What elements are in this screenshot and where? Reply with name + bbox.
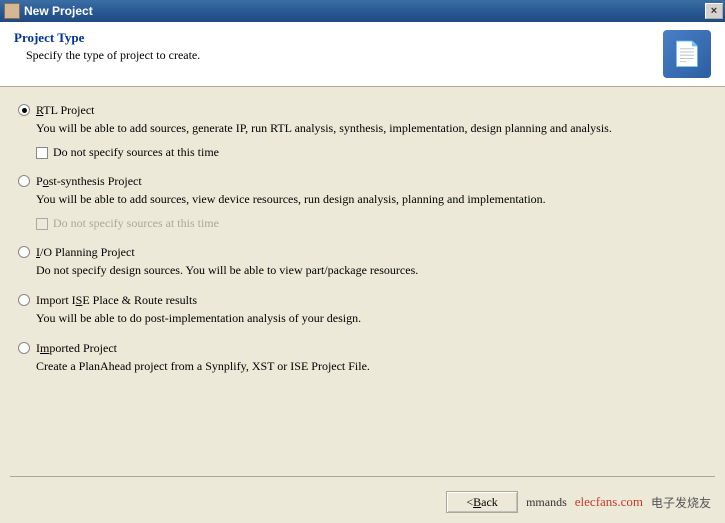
radio-imported[interactable] <box>18 342 30 354</box>
radio-row-rtl[interactable]: RTL Project <box>18 103 707 118</box>
window-title: New Project <box>24 4 705 18</box>
checkbox-row-postsynth: Do not specify sources at this time <box>36 216 707 231</box>
radio-label-io: I/O Planning Project <box>36 245 135 260</box>
window-titlebar: New Project × <box>0 0 725 22</box>
desc-imported: Create a PlanAhead project from a Synpli… <box>36 357 707 375</box>
checkbox-label-rtl: Do not specify sources at this time <box>53 145 219 160</box>
back-button[interactable]: < Back <box>446 491 518 513</box>
checkbox-row-rtl[interactable]: Do not specify sources at this time <box>36 145 707 160</box>
radio-label-postsynth: Post-synthesis Project <box>36 174 142 189</box>
desc-rtl: You will be able to add sources, generat… <box>36 119 707 137</box>
radio-label-ise: Import ISE Place & Route results <box>36 293 197 308</box>
checkbox-postsynth <box>36 218 48 230</box>
desc-io: Do not specify design sources. You will … <box>36 261 707 279</box>
radio-rtl[interactable] <box>18 104 30 116</box>
checkbox-label-postsynth: Do not specify sources at this time <box>53 216 219 231</box>
app-icon <box>4 3 20 19</box>
radio-row-imported[interactable]: Imported Project <box>18 341 707 356</box>
close-button[interactable]: × <box>705 3 723 19</box>
radio-row-postsynth[interactable]: Post-synthesis Project <box>18 174 707 189</box>
radio-ise[interactable] <box>18 294 30 306</box>
button-separator <box>10 476 715 477</box>
radio-row-ise[interactable]: Import ISE Place & Route results <box>18 293 707 308</box>
options-container: RTL Project You will be able to add sour… <box>0 87 725 395</box>
radio-label-rtl: RTL Project <box>36 103 95 118</box>
option-imported: Imported Project Create a PlanAhead proj… <box>18 341 707 375</box>
checkbox-rtl[interactable] <box>36 147 48 159</box>
desc-ise: You will be able to do post-implementati… <box>36 309 707 327</box>
option-io: I/O Planning Project Do not specify desi… <box>18 245 707 279</box>
option-postsynth: Post-synthesis Project You will be able … <box>18 174 707 231</box>
watermark-text: elecfans.com <box>575 494 643 510</box>
wizard-icon: 📄 <box>663 30 711 78</box>
radio-row-io[interactable]: I/O Planning Project <box>18 245 707 260</box>
watermark-text-2: 电子发烧友 <box>651 494 711 511</box>
page-subtitle: Specify the type of project to create. <box>14 48 663 63</box>
option-ise: Import ISE Place & Route results You wil… <box>18 293 707 327</box>
page-title: Project Type <box>14 30 663 46</box>
desc-postsynth: You will be able to add sources, view de… <box>36 190 707 208</box>
option-rtl: RTL Project You will be able to add sour… <box>18 103 707 160</box>
wizard-header: Project Type Specify the type of project… <box>0 22 725 87</box>
radio-label-imported: Imported Project <box>36 341 117 356</box>
radio-postsynth[interactable] <box>18 175 30 187</box>
next-button-partial[interactable]: mmands <box>526 495 567 510</box>
radio-io[interactable] <box>18 246 30 258</box>
button-bar: < Back mmands elecfans.com 电子发烧友 <box>446 491 711 513</box>
